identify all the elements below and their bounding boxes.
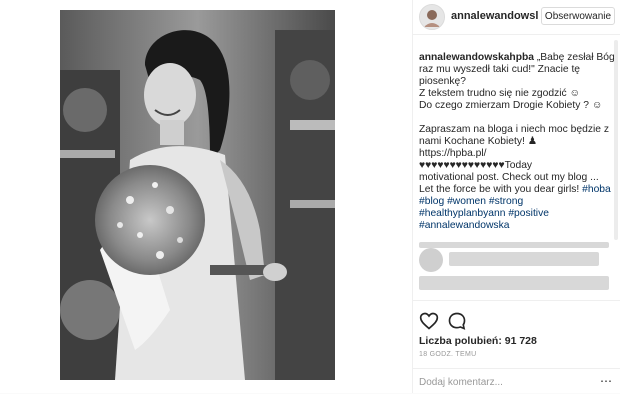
hashtag-link[interactable]: #healthyplanbyann [419,208,505,219]
caption-text: Z tekstem trudno się nie zgodzić ☺ [419,88,581,99]
hashtag-link[interactable]: #annalewandowska [419,220,509,231]
likes-count[interactable]: Liczba polubień: 91 728 [419,335,537,347]
blurred-avatar [419,248,443,272]
post-photo[interactable] [60,10,335,380]
caption-text: ♥♥♥♥♥♥♥♥♥♥♥♥♥♥Today [419,160,533,171]
post-caption: annalewandowskahpba „Babę zesłał Bóg, ra… [419,52,618,232]
blurred-comment [419,242,609,248]
post-sidebar: annalewandowsl Obserwowanie annalewandow… [412,0,620,393]
caption-author-link[interactable]: annalewandowskahpba [419,52,534,63]
caption-text: nami Kochane Kobiety! ♟ [419,136,537,147]
heart-icon[interactable] [419,311,439,331]
photo-image [60,10,335,380]
post-timestamp: 18 GODZ. TEMU [419,351,477,358]
caption-text: piosenkę? [419,76,466,87]
hashtag-link[interactable]: #positive [508,208,549,219]
photo-panel [0,0,412,393]
blurred-comment [419,276,609,290]
hashtag-link[interactable]: #hoba [582,184,611,195]
caption-text: motivational post. Check out my blog ... [419,172,599,183]
hashtag-link[interactable]: #strong [489,196,523,207]
comment-bar: ⋯ [413,368,620,394]
caption-text: raz mu wyszedł taki cud!" Znacie tę [419,64,581,75]
hashtag-link[interactable]: #blog [419,196,444,207]
caption-text: Let the force be with you dear girls! [419,184,583,195]
caption-link[interactable]: https://hpba.pl/ [419,148,615,160]
caption-text: Do czego zmierzam Drogie Kobiety ? ☺ [419,100,603,111]
caption-text: „Babę zesłał Bóg, [534,52,618,63]
username-link[interactable]: annalewandowsl [451,10,538,22]
caption-scrollbar[interactable] [614,40,618,240]
instagram-post-view: annalewandowsl Obserwowanie annalewandow… [0,0,620,393]
comment-icon[interactable] [447,311,467,331]
caption-text: Zapraszam na bloga i niech moc będzie z [419,124,610,135]
avatar[interactable] [419,4,445,30]
post-header: annalewandowsl Obserwowanie [413,0,620,35]
following-button[interactable]: Obserwowanie [541,7,615,25]
post-actions: Liczba polubień: 91 728 18 GODZ. TEMU [413,300,620,361]
avatar-image [420,5,444,29]
more-options-icon[interactable]: ⋯ [599,375,613,389]
hashtag-link[interactable]: #women [447,196,486,207]
blurred-comment [449,252,599,266]
comment-input[interactable] [419,375,589,389]
